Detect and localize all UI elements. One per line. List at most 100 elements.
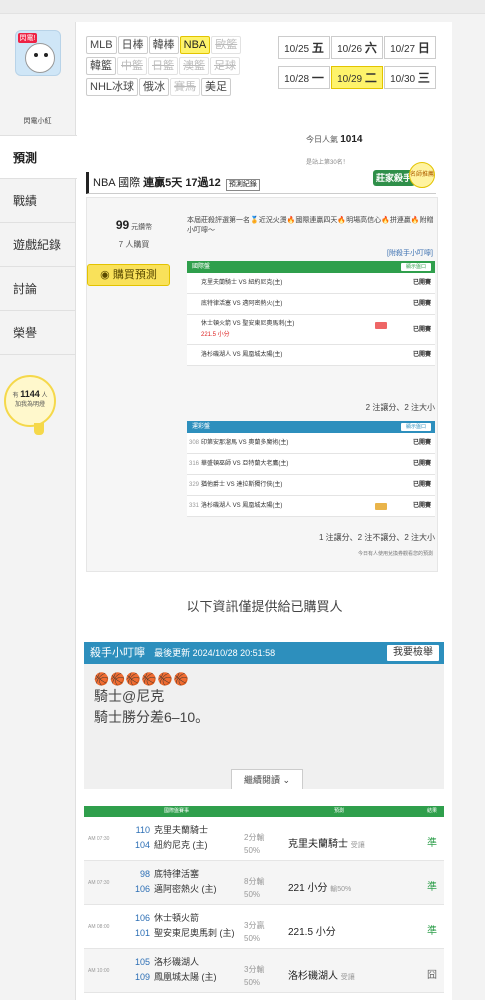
sports-row-status: 已開賽 xyxy=(412,482,431,488)
intl-row-match: 休士頓火箭 xyxy=(201,321,232,327)
result-pick-label: 221 小分 xyxy=(288,883,328,894)
sports-row-number: 308 xyxy=(189,440,200,446)
price-value: 99 xyxy=(115,218,130,232)
result-line-percent: 50% xyxy=(244,890,261,899)
result-team-home-name: 鳳凰城太陽 (主) xyxy=(154,972,217,982)
result-grade: 囧 xyxy=(427,970,437,981)
vs-icon: VS xyxy=(225,482,237,488)
lightbulb-icon xyxy=(34,423,44,435)
result-pick: 洛杉磯湖人 受讓 xyxy=(288,967,355,982)
result-line-percent: 50% xyxy=(244,934,261,943)
date-tab-day: 六 xyxy=(364,41,377,55)
nav-item-game-history[interactable]: 遊戲紀錄 xyxy=(0,223,75,267)
tip-line-2: 騎士勝分差6–10。 xyxy=(94,709,210,725)
result-score-away: 98 xyxy=(139,869,150,879)
league-filter-chip[interactable]: NHL冰球 xyxy=(86,78,139,96)
vs-icon: VS xyxy=(237,280,249,286)
result-team-away-name: 克里夫蘭騎士 xyxy=(154,825,209,835)
league-filter-chip[interactable]: 歐籃 xyxy=(211,36,242,54)
league-filter-chip[interactable]: 韓籃 xyxy=(86,57,116,75)
date-tab[interactable]: 10/30 三 xyxy=(384,66,436,89)
date-tab-date: 10/26 xyxy=(337,44,363,55)
tip-link[interactable]: [附殺手小叮嚀] xyxy=(387,248,433,258)
intl-row: 洛杉磯湖人 VS 鳳凰城太陽(主) 已開賽 xyxy=(187,345,435,366)
vs-icon: VS xyxy=(231,321,243,327)
tip-header: 殺手小叮嚀 最後更新 2024/10/28 20:51:58 我要檢舉 xyxy=(84,642,444,664)
league-filter-chip[interactable]: MLB xyxy=(86,36,117,54)
intl-row-status: 已開賽 xyxy=(412,352,431,358)
league-filter-chip[interactable]: 韓棒 xyxy=(148,36,179,54)
result-time: AM 08:00 xyxy=(88,924,110,930)
league-filter-chip[interactable]: 俄冰 xyxy=(139,78,170,96)
date-tab[interactable]: 10/29 二 xyxy=(331,66,383,89)
sidebar-nav: 預測 戰績 遊戲紀錄 討論 榮譽 xyxy=(0,135,77,355)
result-line: 2分輸 xyxy=(244,833,265,842)
result-score-home: 109 xyxy=(134,972,150,982)
sports-row-status: 已開賽 xyxy=(412,461,431,467)
flag-icon xyxy=(375,503,387,510)
intl-row-status: 已開賽 xyxy=(412,280,431,286)
lightbulb-likes[interactable]: 有 1144 人 加我為明燈 xyxy=(4,375,56,427)
vs-icon: VS xyxy=(231,503,243,509)
intl-row-extra: 221.5 小分 xyxy=(201,332,230,338)
sports-row-number: 329 xyxy=(189,482,200,488)
profile-name: 閃電小紅 xyxy=(23,118,52,125)
vs-icon: VS xyxy=(231,352,243,358)
title-streak: 連贏5天 17過12 xyxy=(143,177,221,189)
record-button[interactable]: 預測紀錄 xyxy=(225,179,260,191)
date-tab[interactable]: 10/27 日 xyxy=(384,36,436,59)
league-filter-chip[interactable]: 中籃 xyxy=(117,57,147,75)
league-filter-chip[interactable]: 日棒 xyxy=(117,36,148,54)
result-team-away: 110 克里夫蘭騎士 xyxy=(132,823,208,836)
result-line-percent: 50% xyxy=(244,846,261,855)
date-tab[interactable]: 10/26 六 xyxy=(331,36,383,59)
sports-row-opponent: 鳳凰城太陽(主) xyxy=(242,503,283,509)
league-filter-chip[interactable]: 賽馬 xyxy=(170,78,201,96)
result-team-away-name: 洛杉磯湖人 xyxy=(154,957,200,967)
vs-icon: VS xyxy=(237,440,249,446)
league-filter-chip[interactable]: NBA xyxy=(179,36,211,54)
result-team-home: 101 聖安東尼奧馬刺 (主) xyxy=(132,926,235,939)
sports-row-match: 華盛頓巫師 xyxy=(201,461,232,467)
date-tab-day: 五 xyxy=(311,41,324,55)
sports-show-odds-button[interactable]: 顯示盤口 xyxy=(400,423,431,431)
buy-prediction-button[interactable]: ◉ 購買預測 xyxy=(87,264,170,286)
date-tab[interactable]: 10/28 一 xyxy=(278,66,330,89)
result-grade: 準 xyxy=(427,882,437,893)
avatar[interactable]: 閃電! xyxy=(14,30,61,76)
sports-row-status: 已開賽 xyxy=(412,440,431,446)
nav-item-discussion[interactable]: 討論 xyxy=(0,267,75,311)
result-time: AM 07:30 xyxy=(88,880,110,886)
result-score-home: 101 xyxy=(134,928,150,938)
flag-icon xyxy=(375,322,387,329)
coin-icon: ◉ xyxy=(100,269,113,281)
date-tab[interactable]: 10/25 五 xyxy=(278,36,330,59)
league-filter-chip[interactable]: 澳籃 xyxy=(179,57,209,75)
sports-summary: 1 注讓分、2 注不讓分、2 注大小 xyxy=(318,533,435,542)
sports-row-opponent: 亞特蘭大老鷹(主) xyxy=(242,461,289,467)
sidebar: 閃電! 閃電小紅 預測 戰績 遊戲紀錄 討論 榮譽 有 1144 人 加我為明燈 xyxy=(0,22,77,435)
result-score-away: 105 xyxy=(134,957,150,967)
intl-row-match: 洛杉磯湖人 xyxy=(201,352,232,358)
league-filter-chip[interactable]: 美足 xyxy=(201,78,232,96)
prediction-card: 99 元鑽幣 7 人購買 ◉ 購買預測 本屆莊殺評選第一名🏅近況火燙🔥國際連贏四… xyxy=(86,197,438,572)
report-button[interactable]: 我要檢舉 xyxy=(387,645,439,661)
result-pick-note: 受讓 xyxy=(350,842,365,849)
avatar-tag: 閃電! xyxy=(17,33,38,43)
result-pick: 克里夫蘭騎士 受讓 xyxy=(288,835,365,850)
result-header-grade: 結果 xyxy=(427,808,438,814)
intl-show-odds-button[interactable]: 顯示盤口 xyxy=(400,263,431,271)
nav-item-record[interactable]: 戰績 xyxy=(0,179,75,223)
league-filter-chip[interactable]: 日籃 xyxy=(148,57,178,75)
vs-icon: VS xyxy=(231,301,243,307)
result-row: AM 07:30 110 克里夫蘭騎士 104 紐約尼克 (主) 2分輸 50% 克里夫蘭騎士… xyxy=(84,817,444,861)
nav-item-honor[interactable]: 榮譽 xyxy=(0,311,75,355)
result-row: AM 07:30 98 底特律活塞 106 邁阿密熱火 (主) 8分輸 50% 221 小分 … xyxy=(84,861,444,905)
nav-item-predict[interactable]: 預測 xyxy=(0,135,77,179)
result-score-home: 104 xyxy=(134,840,150,850)
avatar-face-icon xyxy=(24,43,55,73)
league-filter-chip[interactable]: 足球 xyxy=(210,57,240,75)
read-more-button[interactable]: 繼續閱讀 ⌄ xyxy=(231,769,303,789)
result-pick-label: 克里夫蘭騎士 xyxy=(288,839,348,850)
sports-row-number: 316 xyxy=(189,461,200,467)
